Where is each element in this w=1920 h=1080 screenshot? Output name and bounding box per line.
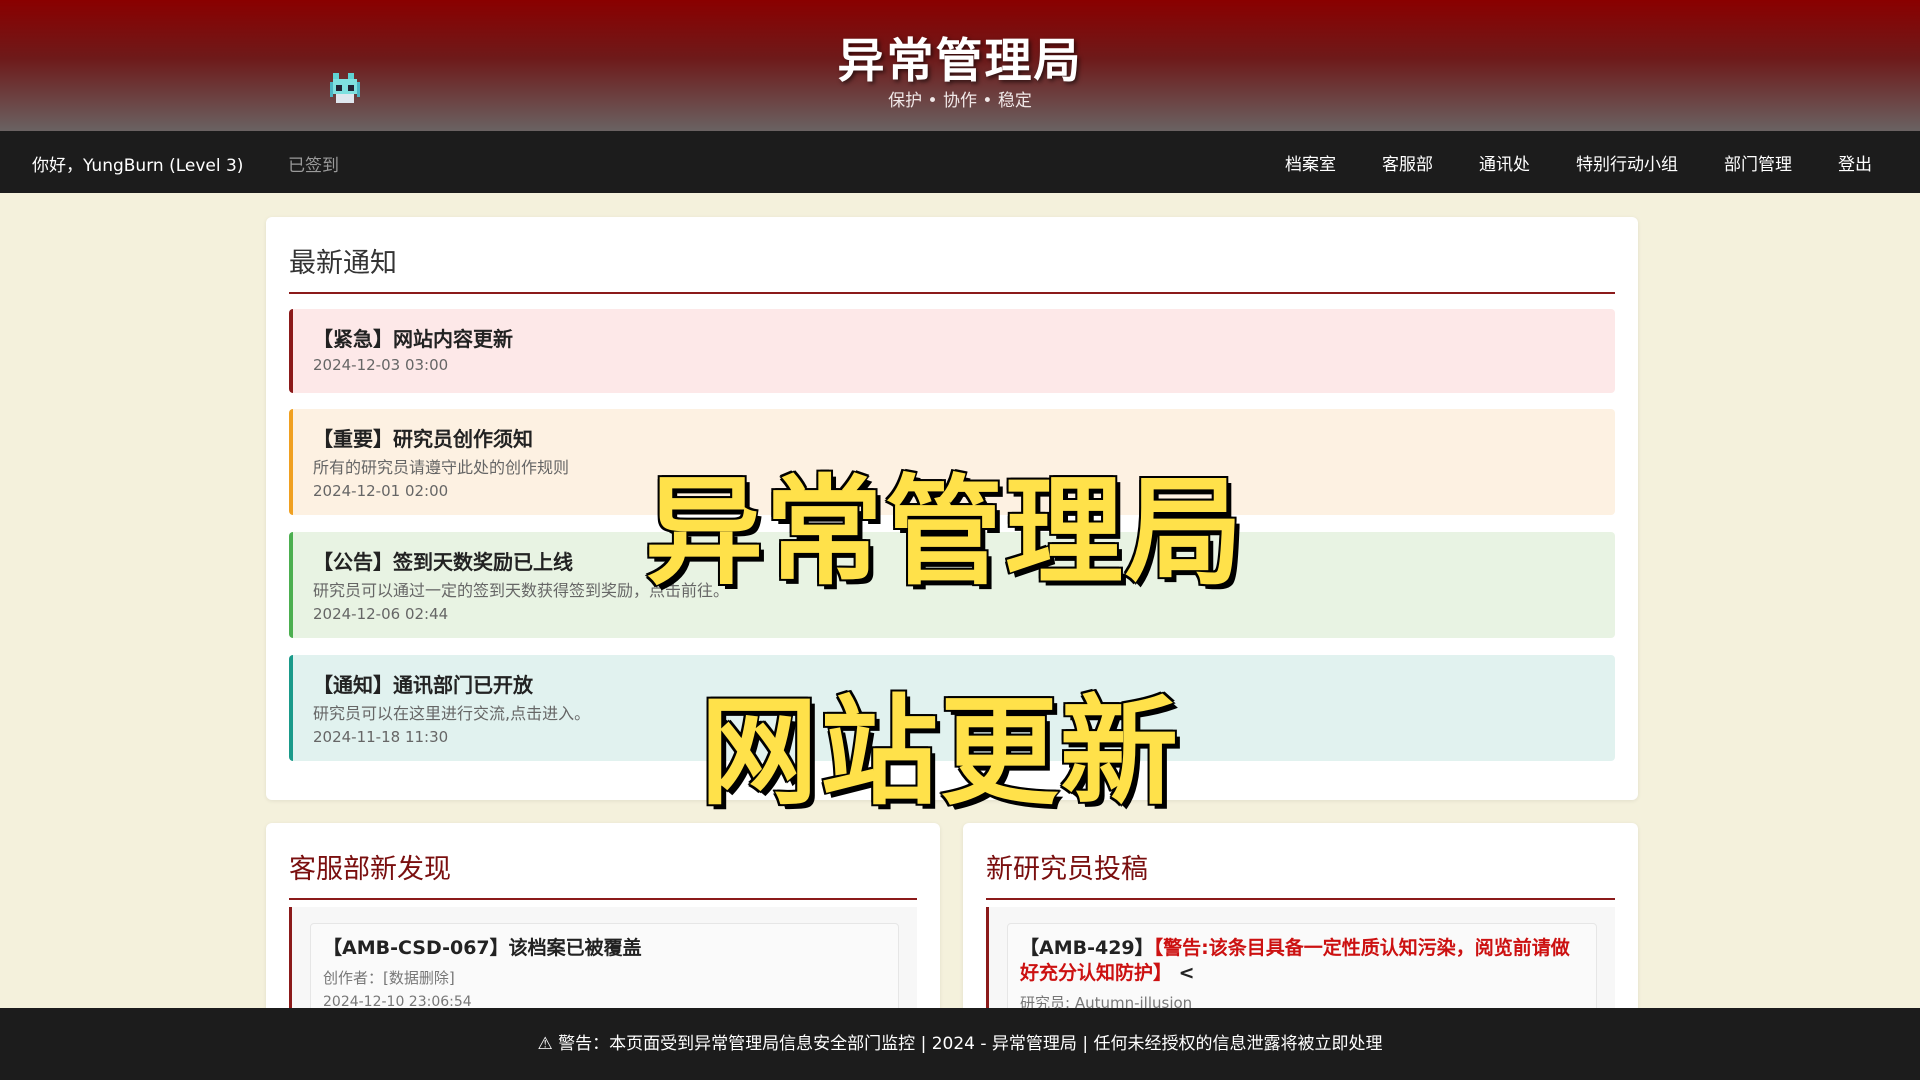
submissions-panel: 新研究员投稿 【AMB-429】【警告:该条目具备一定性质认知污染，阅览前请做好… xyxy=(963,823,1638,1063)
latest-notices-heading: 最新通知 xyxy=(289,241,1615,294)
nav-link-department-management[interactable]: 部门管理 xyxy=(1724,150,1792,175)
site-subtitle: 保护 • 协作 • 稳定 xyxy=(888,91,1032,111)
nav-link-task-force[interactable]: 特别行动小组 xyxy=(1576,150,1678,175)
footer-warning: ⚠ 警告：本页面受到异常管理局信息安全部门监控 | 2024 - 异常管理局 |… xyxy=(0,1008,1920,1080)
customer-service-heading: 客服部新发现 xyxy=(289,847,917,900)
card-title-suffix: < xyxy=(1172,962,1195,984)
navbar: 你好，YungBurn (Level 3) 已签到 档案室 客服部 通讯处 特别… xyxy=(0,131,1920,193)
notice-date: 2024-12-03 03:00 xyxy=(313,356,449,374)
customer-service-panel: 客服部新发现 【AMB-CSD-067】该档案已被覆盖 创作者：[数据删除] 2… xyxy=(266,823,940,1063)
notice-date: 2024-12-06 02:44 xyxy=(313,605,449,623)
user-greeting: 你好，YungBurn (Level 3) xyxy=(32,156,244,176)
nav-link-logout[interactable]: 登出 xyxy=(1838,150,1872,175)
notice-title: 【紧急】网站内容更新 xyxy=(313,327,513,351)
nav-link-archive[interactable]: 档案室 xyxy=(1285,150,1336,175)
site-header: 异常管理局 保护 • 协作 • 稳定 xyxy=(0,0,1920,131)
card-title: 【AMB-CSD-067】该档案已被覆盖 xyxy=(323,937,642,959)
overlay-caption-title: 异常管理局 xyxy=(643,462,1246,603)
notice-item[interactable]: 【紧急】网站内容更新 2024-12-03 03:00 xyxy=(289,309,1615,393)
nav-link-customer-service[interactable]: 客服部 xyxy=(1382,150,1433,175)
submissions-heading: 新研究员投稿 xyxy=(986,847,1615,900)
card-id: 【AMB-429】 xyxy=(1020,937,1154,959)
card-author: 创作者：[数据删除] xyxy=(323,969,455,987)
checkin-status[interactable]: 已签到 xyxy=(288,151,339,176)
nav-link-communications[interactable]: 通讯处 xyxy=(1479,150,1530,175)
card-title: 【AMB-429】【警告:该条目具备一定性质认知污染，阅览前请做好充分认知防护】… xyxy=(1020,936,1584,986)
nav-links: 档案室 客服部 通讯处 特别行动小组 部门管理 登出 xyxy=(1285,131,1872,193)
pixel-mascot-icon xyxy=(330,73,360,103)
overlay-caption-subtitle: 网站更新 xyxy=(698,682,1181,823)
site-title: 异常管理局 xyxy=(837,34,1083,89)
